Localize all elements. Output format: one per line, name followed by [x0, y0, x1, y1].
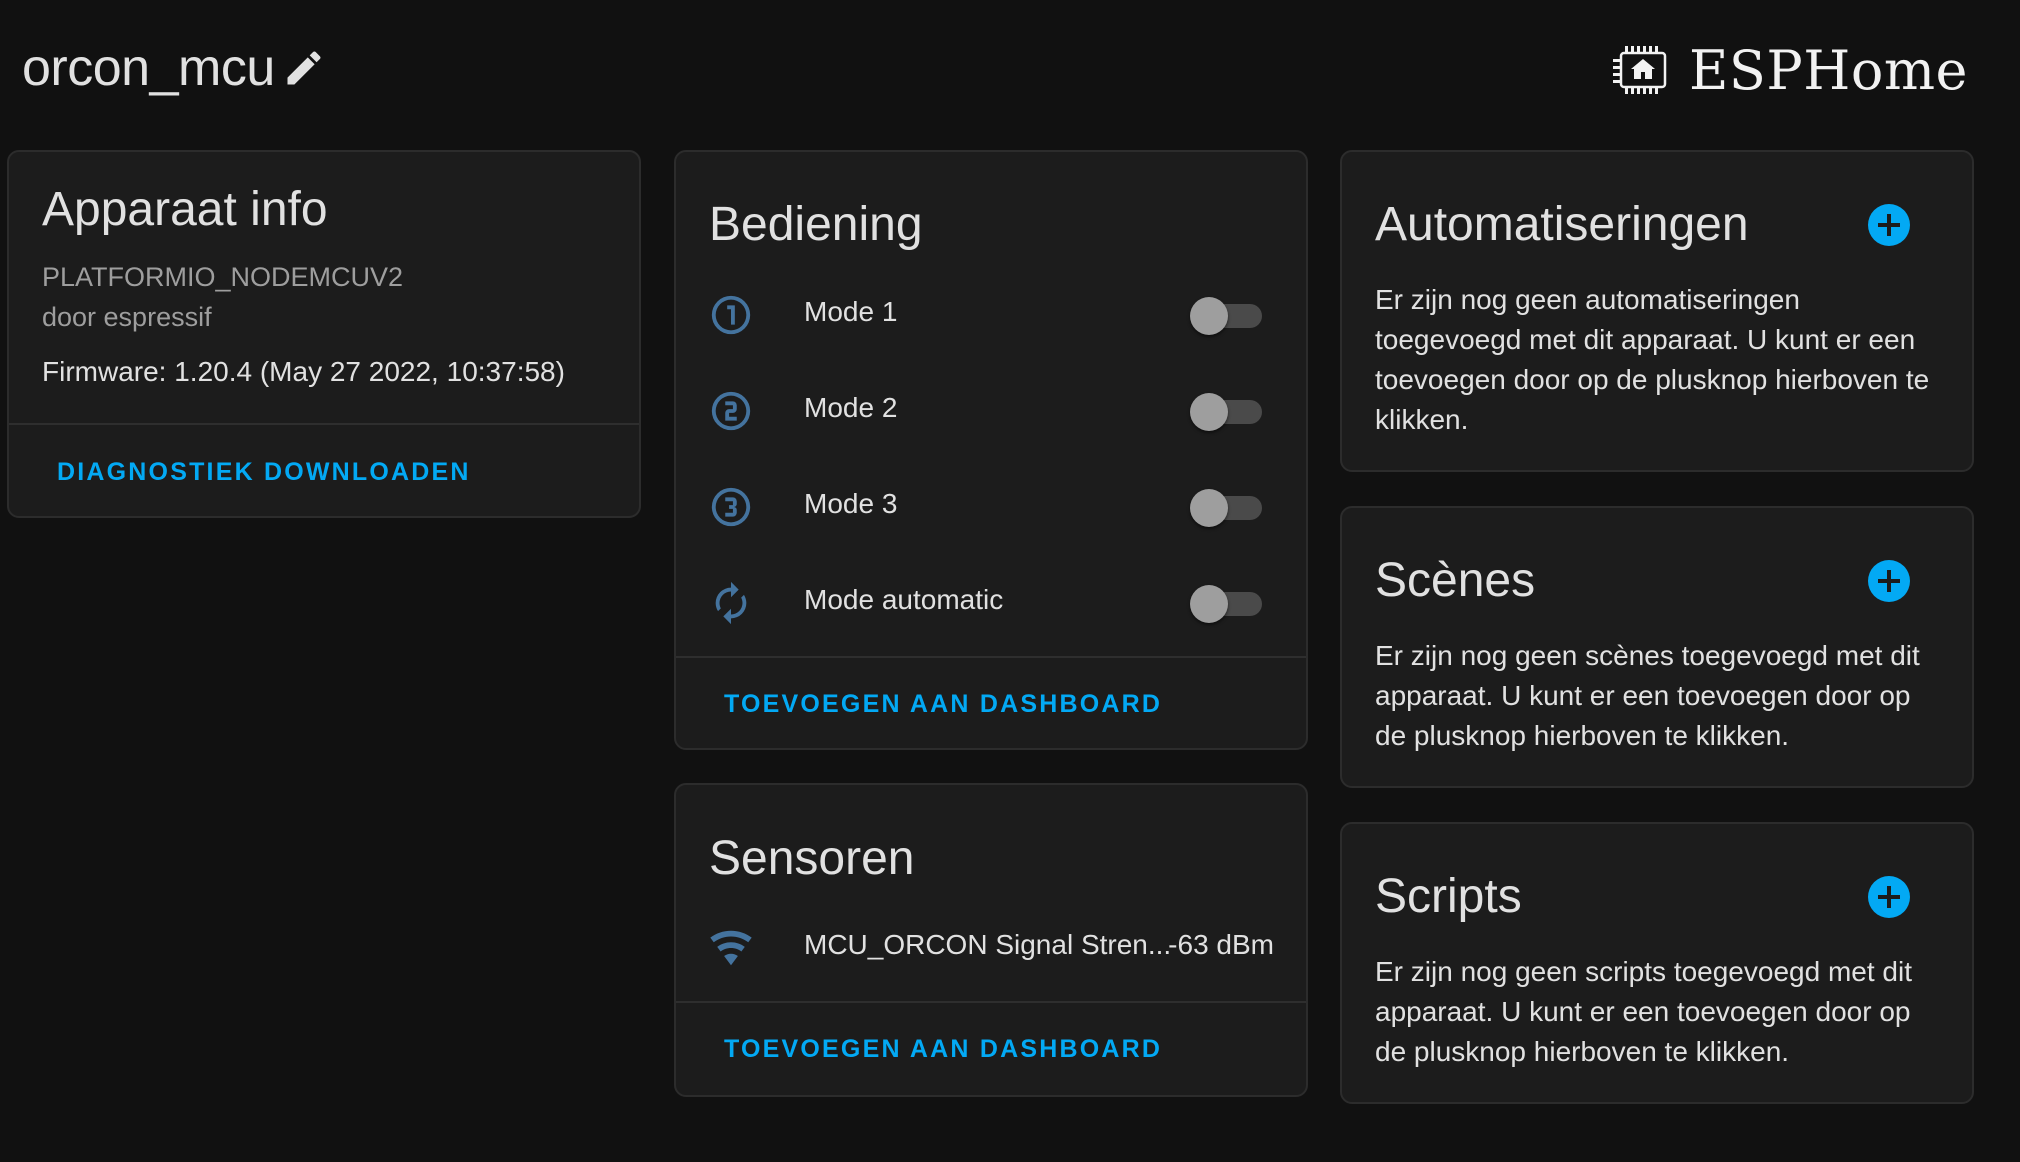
- entity-row-mode-automatic[interactable]: Mode automatic: [676, 570, 1306, 634]
- esphome-logo[interactable]: ESPHome: [1611, 36, 1968, 104]
- entity-row-signal-strength[interactable]: MCU_ORCON Signal Stren... -63 dBm: [676, 915, 1306, 979]
- card-title: Automatiseringen: [1375, 198, 1749, 251]
- scripts-card: Scripts Er zijn nog geen scripts toegevo…: [1340, 822, 1974, 1104]
- entity-label: MCU_ORCON Signal Stren...: [804, 929, 1172, 960]
- empty-state-text: Er zijn nog geen scripts toegevoegd met …: [1375, 956, 1912, 1067]
- empty-state-text: Er zijn nog geen automatiseringen toegev…: [1375, 284, 1930, 435]
- divider: [676, 1001, 1306, 1003]
- wifi-icon: [708, 925, 754, 971]
- device-info-card: Apparaat info PLATFORMIO_NODEMCUV2 door …: [7, 150, 641, 518]
- sensor-value: -63 dBm: [1168, 929, 1274, 960]
- card-title: Apparaat info: [42, 183, 328, 236]
- scenes-card: Scènes Er zijn nog geen scènes toegevoeg…: [1340, 506, 1974, 788]
- add-automation-button[interactable]: [1868, 204, 1910, 246]
- entity-label: Mode automatic: [804, 584, 1004, 615]
- numeric-3-circle-icon: [708, 484, 754, 530]
- controls-card: Bediening Mode 1 Mode 2 Mode 3 Mode auto…: [674, 150, 1308, 750]
- mode-2-toggle[interactable]: [1190, 393, 1264, 431]
- card-title: Scènes: [1375, 554, 1536, 607]
- mode-automatic-toggle[interactable]: [1190, 585, 1264, 623]
- device-title: orcon_mcu: [22, 39, 275, 97]
- top-bar: orcon_mcu ESPHome: [0, 0, 2020, 140]
- esphome-chip-icon: [1612, 46, 1667, 94]
- mode-3-toggle[interactable]: [1190, 489, 1264, 527]
- device-manufacturer: door espressif: [42, 302, 212, 332]
- entity-row-mode-1[interactable]: Mode 1: [676, 282, 1306, 346]
- card-title: Sensoren: [709, 832, 915, 885]
- card-title: Bediening: [709, 198, 923, 251]
- card-title: Scripts: [1375, 870, 1522, 923]
- add-scene-button[interactable]: [1868, 560, 1910, 602]
- download-diagnostics-button[interactable]: DIAGNOSTIEK DOWNLOADEN: [57, 458, 471, 487]
- divider: [9, 423, 639, 425]
- entity-row-mode-3[interactable]: Mode 3: [676, 474, 1306, 538]
- autorenew-icon: [708, 580, 754, 626]
- entity-label: Mode 3: [804, 488, 898, 519]
- brand-name: ESPHome: [1688, 38, 1968, 102]
- entity-label: Mode 2: [804, 392, 898, 423]
- sensors-card: Sensoren MCU_ORCON Signal Stren... -63 d…: [674, 783, 1308, 1097]
- divider: [676, 656, 1306, 658]
- device-model: PLATFORMIO_NODEMCUV2: [42, 262, 404, 292]
- entity-row-mode-2[interactable]: Mode 2: [676, 378, 1306, 442]
- add-script-button[interactable]: [1868, 876, 1910, 918]
- numeric-1-circle-icon: [708, 292, 754, 338]
- add-to-dashboard-button[interactable]: TOEVOEGEN AAN DASHBOARD: [724, 1035, 1162, 1064]
- edit-icon[interactable]: [282, 46, 326, 90]
- automations-card: Automatiseringen Er zijn nog geen automa…: [1340, 150, 1974, 472]
- entity-label: Mode 1: [804, 296, 898, 327]
- numeric-2-circle-icon: [708, 388, 754, 434]
- empty-state-text: Er zijn nog geen scènes toegevoegd met d…: [1375, 640, 1920, 751]
- add-to-dashboard-button[interactable]: TOEVOEGEN AAN DASHBOARD: [724, 690, 1162, 719]
- mode-1-toggle[interactable]: [1190, 297, 1264, 335]
- firmware-version: Firmware: 1.20.4 (May 27 2022, 10:37:58): [42, 356, 565, 387]
